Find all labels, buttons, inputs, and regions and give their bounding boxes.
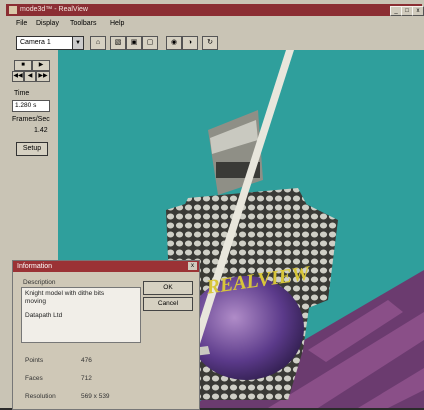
toolbar: Camera 1 ▼ ⌂ ▧ ▣ ▢ ◉ ◑ ↻ [6, 32, 422, 50]
camera-select-value: Camera 1 [20, 39, 51, 46]
description-field[interactable]: Knight model with dithe bits moving Data… [21, 287, 141, 343]
view-mode-button-2[interactable]: ▣ [126, 36, 142, 50]
fast-forward-button[interactable]: ▶▶ [36, 71, 50, 82]
fps-value: 1.42 [34, 127, 48, 134]
time-field[interactable]: 1.280 s [12, 100, 50, 112]
realview-window: mode3d™ - RealView _ □ x File Display To… [0, 0, 424, 410]
faces-label: Faces [25, 375, 43, 382]
stop-button[interactable]: ■ [14, 60, 32, 71]
description-line: moving [25, 298, 46, 305]
cancel-button[interactable]: Cancel [143, 297, 193, 311]
camera-tool-button-2[interactable]: ◑ [182, 36, 198, 50]
resolution-value: 569 x 539 [81, 393, 110, 400]
title-bar: mode3d™ - RealView _ □ x [6, 4, 424, 16]
chevron-down-icon[interactable]: ▼ [72, 37, 83, 49]
view-mode-button-1[interactable]: ▧ [110, 36, 126, 50]
time-label: Time [14, 90, 30, 97]
dialog-title-bar: Information x [13, 261, 199, 272]
app-icon [9, 6, 17, 14]
resolution-label: Resolution [25, 393, 56, 400]
play-button[interactable]: ▶ [32, 60, 50, 71]
dialog-close-button[interactable]: x [188, 262, 197, 270]
menu-file[interactable]: File [16, 20, 27, 27]
points-value: 476 [81, 357, 92, 364]
setup-button[interactable]: Setup [16, 142, 48, 156]
dialog-title: Information [17, 263, 53, 270]
menu-toolbars[interactable]: Toolbars [70, 20, 96, 27]
fps-label: Frames/Sec [12, 116, 50, 123]
camera-select[interactable]: Camera 1 ▼ [16, 36, 84, 50]
faces-value: 712 [81, 375, 92, 382]
close-button[interactable]: x [412, 6, 424, 16]
rewind-button[interactable]: ◀◀ [12, 71, 24, 82]
menu-bar: File Display Toolbars Help [6, 18, 422, 30]
information-dialog: Information x Description Knight model w… [12, 260, 200, 410]
step-back-button[interactable]: ◀ [24, 71, 36, 82]
home-view-button[interactable]: ⌂ [90, 36, 106, 50]
description-label: Description [23, 279, 56, 286]
description-line: Datapath Ltd [25, 312, 63, 319]
menu-display[interactable]: Display [36, 20, 59, 27]
points-label: Points [25, 357, 44, 364]
rotate-button[interactable]: ↻ [202, 36, 218, 50]
window-title: mode3d™ - RealView [20, 6, 88, 13]
description-line: Knight model with dithe bits [25, 290, 105, 297]
menu-help[interactable]: Help [110, 20, 124, 27]
view-mode-button-3[interactable]: ▢ [142, 36, 158, 50]
ok-button[interactable]: OK [143, 281, 193, 295]
camera-tool-button-1[interactable]: ◉ [166, 36, 182, 50]
